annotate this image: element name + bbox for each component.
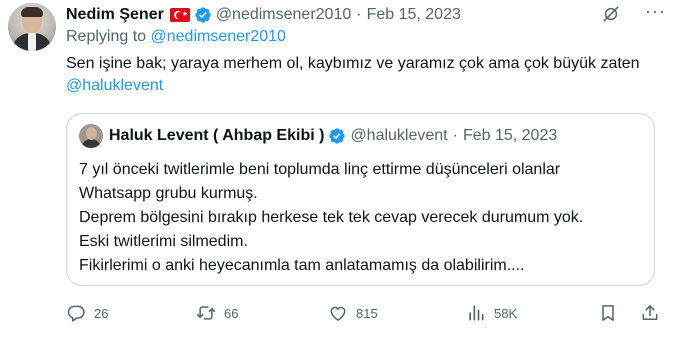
views-icon: [469, 305, 484, 321]
reply-count: 26: [94, 305, 109, 321]
verified-badge-icon: [329, 128, 346, 144]
replying-to-link[interactable]: @nedimsener2010: [151, 28, 286, 45]
author-name[interactable]: Nedim Şener: [66, 6, 164, 24]
share-button[interactable]: [640, 301, 660, 325]
tweet-mention-link[interactable]: @haluklevent: [66, 77, 163, 94]
separator-dot: ·: [452, 127, 458, 144]
action-bar: 26 66 815 58K: [66, 301, 666, 325]
tweet: Nedim Şener ★ @nedimsener2010 · Feb 15, …: [0, 0, 685, 339]
replying-to: Replying to @nedimsener2010: [66, 28, 286, 46]
quoted-author-handle: @haluklevent: [350, 127, 448, 144]
tweet-text: Sen işine bak; yaraya merhem ol, kaybımı…: [66, 53, 666, 97]
bookmark-button[interactable]: [598, 301, 618, 325]
quoted-tweet-text: 7 yıl önceki twitlerimle beni toplumda l…: [79, 158, 639, 278]
like-button[interactable]: 815: [328, 301, 378, 325]
quoted-tweet-header: Haluk Levent ( Ahbap Ekibi ) @halukleven…: [79, 124, 557, 148]
turkey-flag-icon: ★: [169, 8, 190, 22]
quoted-tweet-line: Deprem bölgesini bırakıp herkese tek tek…: [79, 209, 584, 226]
quoted-tweet-date: Feb 15, 2023: [462, 127, 558, 144]
reply-button[interactable]: 26: [66, 301, 108, 325]
header-icons: ···: [601, 2, 665, 24]
retweet-count: 66: [224, 305, 239, 321]
retweet-button[interactable]: 66: [196, 301, 238, 325]
separator-dot: ·: [356, 6, 362, 23]
bookmark-icon: [602, 305, 614, 321]
author-handle[interactable]: @nedimsener2010: [216, 6, 351, 24]
reply-icon: [67, 305, 85, 322]
views-button[interactable]: 58K: [466, 301, 517, 325]
quoted-tweet[interactable]: Haluk Levent ( Ahbap Ekibi ) @halukleven…: [66, 113, 655, 286]
quoted-tweet-line: Whatsapp grubu kurmuş.: [79, 185, 258, 202]
grok-icon[interactable]: [601, 4, 621, 24]
author-avatar[interactable]: [8, 3, 56, 51]
replying-to-label: Replying to: [66, 28, 151, 45]
heart-icon: [330, 306, 346, 321]
tweet-date[interactable]: Feb 15, 2023: [367, 6, 461, 24]
tweet-body: Sen işine bak; yaraya merhem ol, kaybımı…: [66, 55, 640, 72]
like-count: 815: [356, 305, 378, 321]
quoted-tweet-line: Eski twitlerimi silmedim.: [79, 233, 248, 250]
views-count: 58K: [494, 305, 518, 321]
quoted-tweet-line: 7 yıl önceki twitlerimle beni toplumda l…: [79, 161, 561, 178]
tweet-header: Nedim Şener ★ @nedimsener2010 · Feb 15, …: [66, 2, 665, 26]
quoted-author-avatar: [79, 124, 103, 148]
share-icon: [642, 305, 658, 320]
quoted-tweet-line: Fikirlerimi o anki heyecanımla tam anlat…: [79, 257, 525, 274]
verified-badge-icon[interactable]: [194, 6, 212, 24]
quoted-author-name: Haluk Levent ( Ahbap Ekibi ): [109, 127, 325, 144]
retweet-icon: [196, 306, 216, 320]
more-icon[interactable]: ···: [645, 2, 665, 24]
